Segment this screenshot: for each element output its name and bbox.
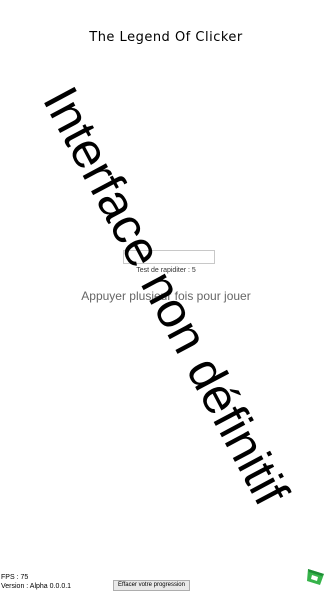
fps-counter: FPS : 75: [1, 574, 29, 581]
version-label: Version : Alpha 0.0.0.1: [1, 583, 72, 590]
speed-test-field[interactable]: [123, 250, 215, 264]
google-play-games-icon[interactable]: [306, 566, 326, 586]
game-title: The Legend Of Clicker: [89, 30, 243, 45]
play-hint[interactable]: Appuyer plusieur fois pour jouer: [0, 289, 332, 303]
speed-test-label: Test de rapiditer : 5: [136, 267, 196, 274]
reset-progress-button[interactable]: Effacer votre progression: [113, 580, 190, 591]
